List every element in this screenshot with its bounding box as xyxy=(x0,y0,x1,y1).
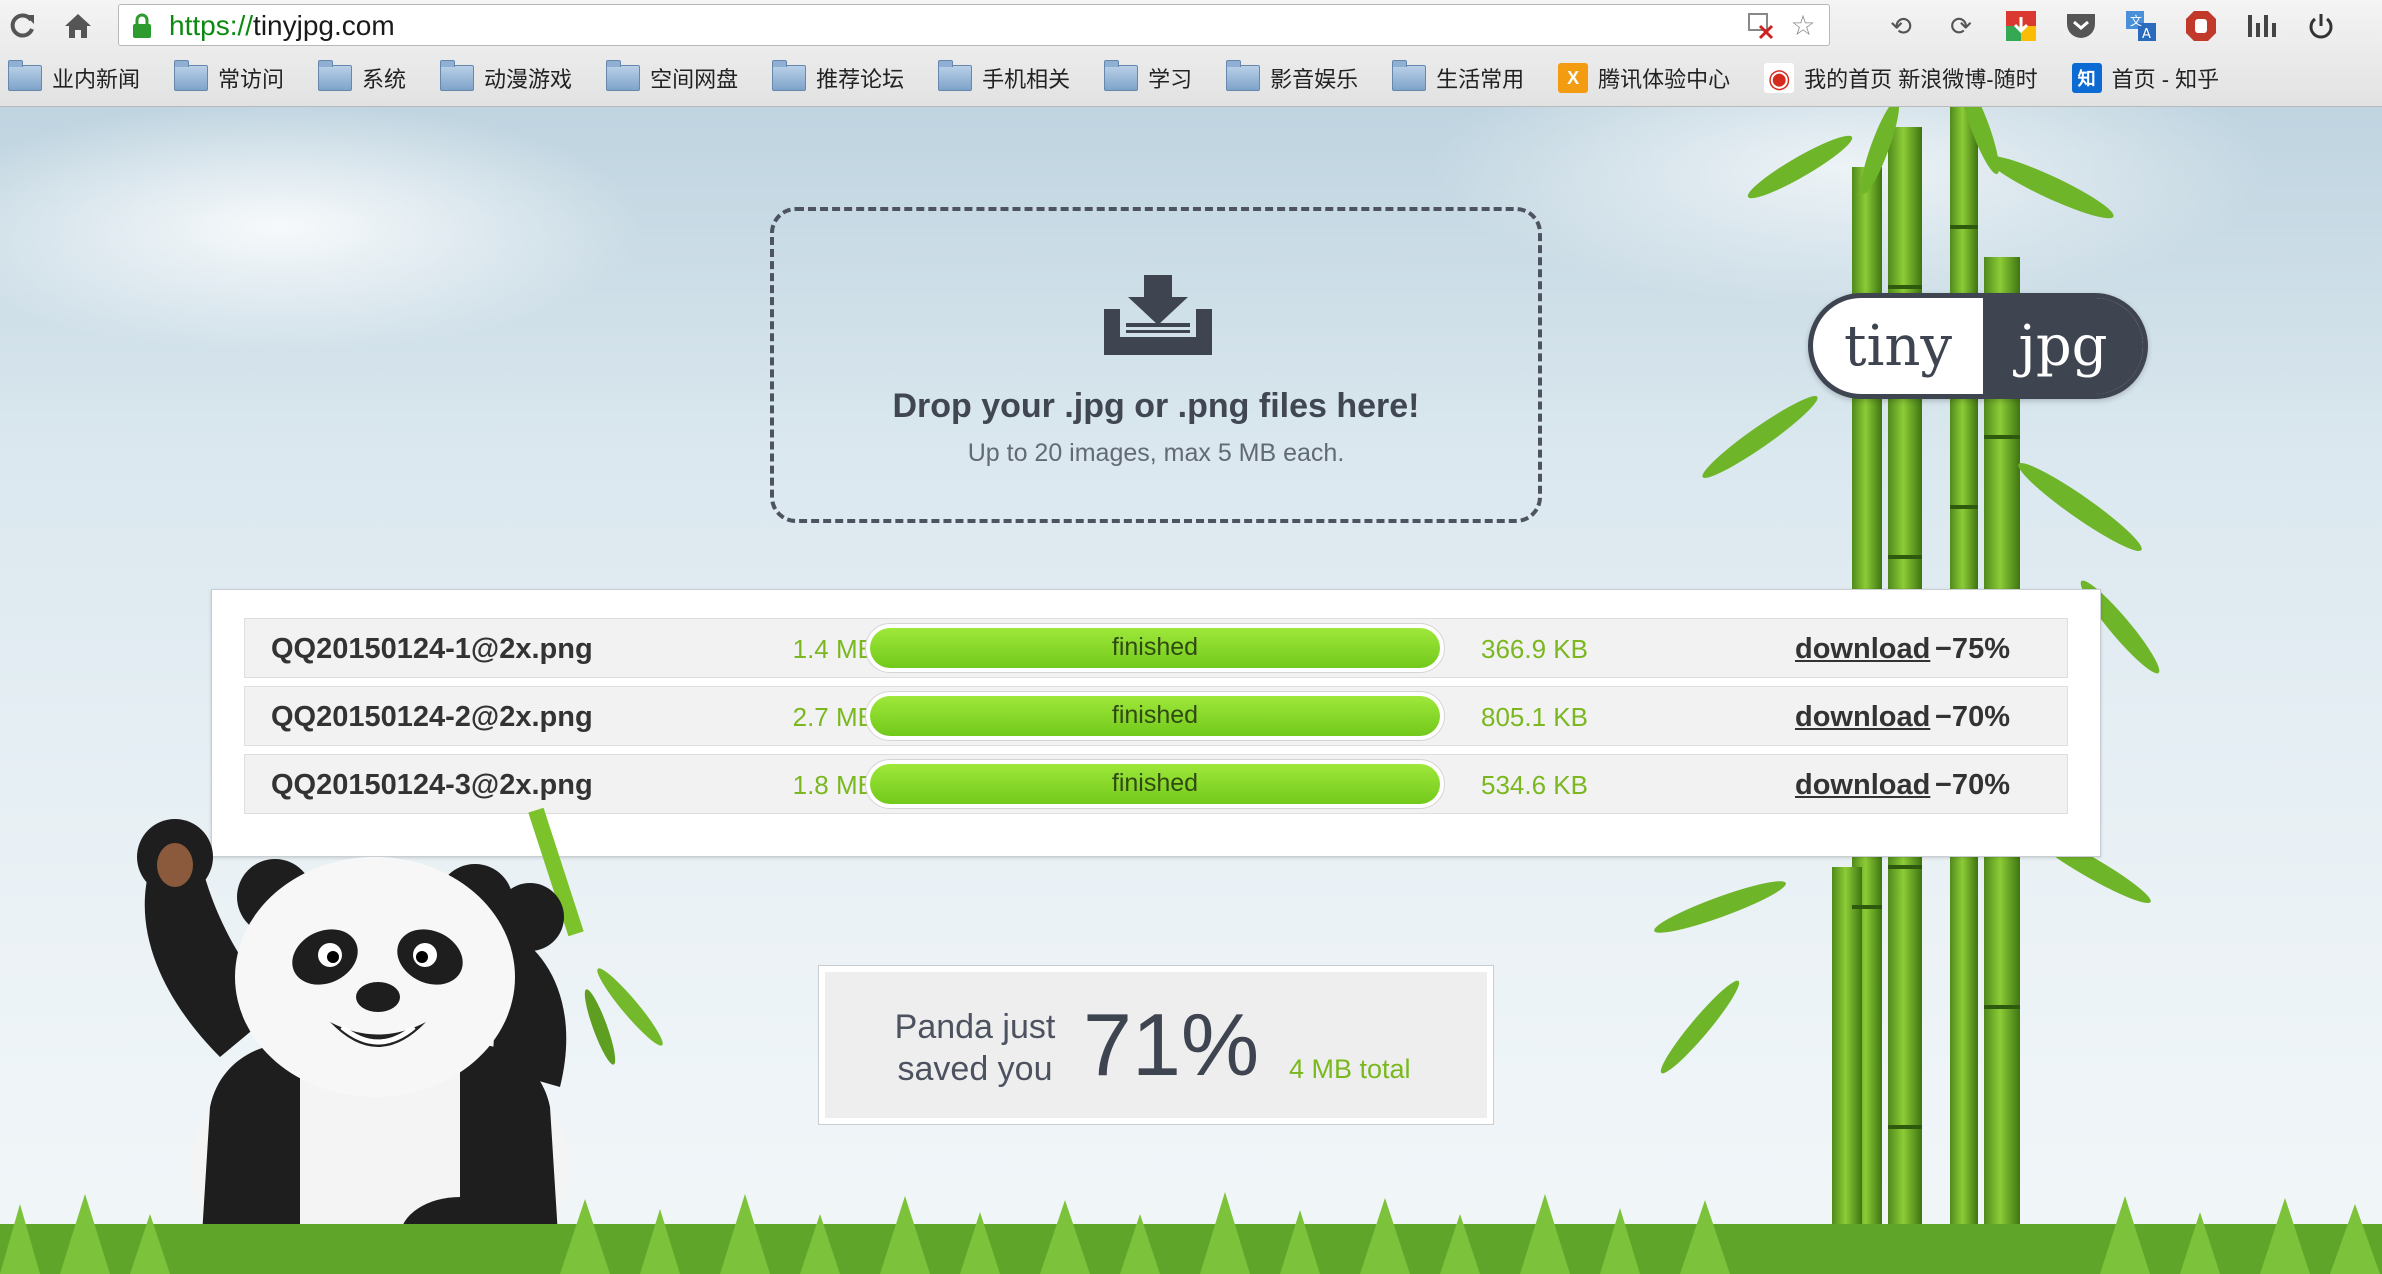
file-name: QQ20150124-2@2x.png xyxy=(271,701,593,733)
folder-icon xyxy=(1392,60,1427,91)
tencent-icon: X xyxy=(1558,63,1589,93)
folder-icon xyxy=(772,60,807,91)
tinyjpg-logo[interactable]: tiny jpg xyxy=(1808,293,2148,399)
download-link[interactable]: download xyxy=(1795,769,1930,802)
original-size: 1.8 MB xyxy=(792,770,875,800)
folder-icon xyxy=(174,60,209,91)
url-text[interactable]: https://tinyjpg.com xyxy=(169,10,395,42)
bookmark-folder[interactable]: 业内新闻 xyxy=(8,60,140,94)
sync-extension-icon[interactable]: ⟳ xyxy=(1940,6,1982,46)
file-row: QQ20150124-3@2x.png 1.8 MB finished 534.… xyxy=(244,754,2068,814)
savings-percent: 71% xyxy=(1083,995,1260,1094)
bookmark-weibo[interactable]: ◉ 我的首页 新浪微博-随时 xyxy=(1764,62,2038,94)
home-icon[interactable] xyxy=(58,6,98,46)
saving-percent: −75% xyxy=(1935,633,2010,665)
folder-icon xyxy=(1226,60,1261,91)
bookmark-folder[interactable]: 影音娱乐 xyxy=(1226,60,1358,94)
bookmark-folder[interactable]: 系统 xyxy=(318,60,406,94)
file-name: QQ20150124-3@2x.png xyxy=(271,769,593,801)
folder-icon xyxy=(318,60,353,91)
folder-icon xyxy=(938,60,973,91)
page-content: Drop your .jpg or .png files here! Up to… xyxy=(0,107,2382,1274)
folder-icon xyxy=(606,60,641,91)
progress-status: finished xyxy=(1111,701,1199,729)
blocked-popup-icon[interactable] xyxy=(1745,9,1777,41)
saving-percent: −70% xyxy=(1935,769,2010,801)
address-bar[interactable]: https://tinyjpg.com ☆ xyxy=(118,4,1830,46)
bookmark-folder[interactable]: 常访问 xyxy=(174,60,284,94)
zhihu-icon: 知 xyxy=(2071,63,2102,93)
bookmark-folder[interactable]: 动漫游戏 xyxy=(440,60,572,94)
progress-status: finished xyxy=(1111,633,1199,661)
original-size: 1.4 MB xyxy=(792,634,875,664)
bookmark-zhihu[interactable]: 知首页 - 知乎 xyxy=(2071,62,2219,94)
drop-subtitle: Up to 20 images, max 5 MB each. xyxy=(967,439,1345,467)
translate-icon[interactable]: 文A xyxy=(2120,6,2162,46)
download-link[interactable]: download xyxy=(1795,701,1930,734)
folder-icon xyxy=(1104,60,1139,91)
progress-bar: finished xyxy=(865,691,1445,741)
bookmark-folder[interactable]: 推荐论坛 xyxy=(772,60,904,94)
bookmark-folder[interactable]: 生活常用 xyxy=(1392,60,1524,94)
progress-status: finished xyxy=(1111,769,1199,797)
file-row: QQ20150124-1@2x.png 1.4 MB finished 366.… xyxy=(244,618,2068,678)
savings-summary: Panda just saved you 71% 4 MB total xyxy=(818,965,1494,1125)
progress-bar: finished xyxy=(865,623,1445,673)
file-drop-zone[interactable]: Drop your .jpg or .png files here! Up to… xyxy=(770,207,1542,523)
grass-illustration xyxy=(0,1192,2382,1274)
savings-total: 4 MB total xyxy=(1289,1054,1411,1084)
download-link[interactable]: download xyxy=(1795,633,1930,666)
folder-icon xyxy=(440,60,475,91)
svg-text:文: 文 xyxy=(2130,13,2142,28)
bookmark-star-icon[interactable]: ☆ xyxy=(1787,9,1819,41)
file-name: QQ20150124-1@2x.png xyxy=(271,633,593,665)
browser-toolbar: https://tinyjpg.com ☆ ⟲ ⟳ 文A 业内新闻 常访问 系统… xyxy=(0,0,2382,107)
svg-text:A: A xyxy=(2142,27,2151,42)
compressed-size: 534.6 KB xyxy=(1481,770,1588,800)
bookmark-tencent[interactable]: X 腾讯体验中心 xyxy=(1558,62,1730,94)
original-size: 2.7 MB xyxy=(792,702,875,732)
power-icon[interactable] xyxy=(2300,6,2342,46)
compressed-size: 805.1 KB xyxy=(1481,702,1588,732)
download-tray-icon xyxy=(1104,275,1212,355)
adblock-hand-icon[interactable] xyxy=(2180,6,2222,46)
file-row: QQ20150124-2@2x.png 2.7 MB finished 805.… xyxy=(244,686,2068,746)
pocket-icon[interactable] xyxy=(2060,6,2102,46)
saving-percent: −70% xyxy=(1935,701,2010,733)
drop-title: Drop your .jpg or .png files here! xyxy=(892,387,1420,425)
progress-bar: finished xyxy=(865,759,1445,809)
savings-label: Panda just saved you xyxy=(894,1008,1056,1088)
download-extension-icon[interactable] xyxy=(2000,6,2042,46)
reload-icon[interactable] xyxy=(2,6,42,46)
bookmark-folder[interactable]: 学习 xyxy=(1104,60,1192,94)
bookmark-folder[interactable]: 空间网盘 xyxy=(606,60,738,94)
lock-icon xyxy=(133,13,151,38)
folder-icon xyxy=(8,60,42,91)
weibo-icon: ◉ xyxy=(1764,63,1795,93)
compressed-size: 366.9 KB xyxy=(1481,634,1588,664)
bookmarks-bar: 业内新闻 常访问 系统 动漫游戏 空间网盘 推荐论坛 手机相关 学习 影音娱乐 … xyxy=(8,58,2219,98)
undo-extension-icon[interactable]: ⟲ xyxy=(1880,6,1922,46)
bilibili-icon[interactable] xyxy=(2240,6,2282,46)
bookmark-folder[interactable]: 手机相关 xyxy=(938,60,1070,94)
